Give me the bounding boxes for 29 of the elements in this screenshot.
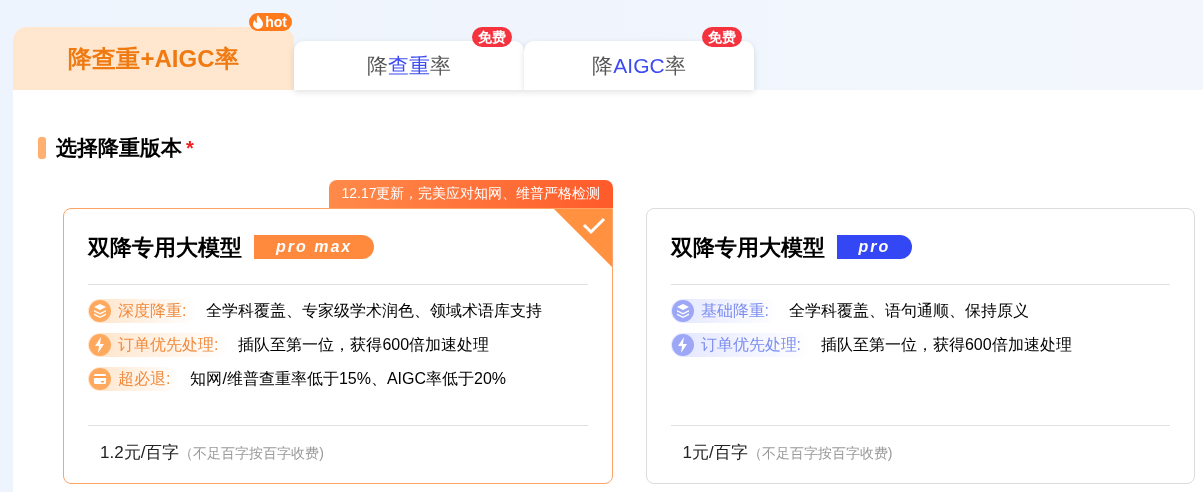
- hot-badge: hot: [249, 13, 292, 31]
- feature-text: 知网/维普查重率低于15%、AIGC率低于20%: [190, 368, 507, 389]
- feature-text: 插队至第一位，获得600倍加速处理: [820, 334, 1072, 355]
- price: 1元/百字: [682, 441, 748, 464]
- feature-text: 全学科覆盖、专家级学术润色、领域术语库支持: [206, 300, 543, 321]
- layers-icon: [88, 298, 112, 323]
- wallet-icon: [88, 366, 112, 391]
- plan-card[interactable]: 双降专用大模型 pro 基础降重: 全学科覆盖、语句通顺、保持原义 订单优先处理: 插队至第一位，获得600倍加速处理 1元/百字（不足百字按百字收费): [645, 207, 1195, 484]
- lightning-icon: [670, 332, 695, 357]
- accent-bar: [38, 136, 46, 159]
- plan-card[interactable]: 双降专用大模型 pro max 深度降重: 全学科覆盖、专家级学术润色、领域术语库支持 订单优先处理: 插队至第一位，获得600倍加速处理 超必退: 知网/维普查重率低于15%、AIGC率低于20% 1.2元/百字（不足百字按百字收费): [63, 207, 613, 484]
- tier-badge: pro: [836, 235, 913, 259]
- update-banner: 12.17更新，完美应对知网、维普严格检测: [329, 179, 613, 208]
- required-mark: *: [186, 135, 194, 161]
- checkmark-icon: [553, 208, 612, 267]
- feature-text: 插队至第一位，获得600倍加速处理: [238, 334, 490, 355]
- feature-text: 全学科覆盖、语句通顺、保持原义: [788, 300, 1029, 321]
- flame-icon: [252, 15, 265, 29]
- section-title: 选择降重版本: [56, 135, 182, 161]
- tier-badge: pro max: [254, 235, 375, 259]
- free-badge: 免费: [472, 27, 512, 47]
- layers-icon: [670, 298, 695, 323]
- price-note: （不足百字按百字收费): [747, 444, 893, 463]
- free-badge: 免费: [702, 27, 742, 47]
- lightning-icon: [88, 332, 112, 357]
- price-note: （不足百字按百字收费): [179, 443, 325, 463]
- plan-title: 双降专用大模型: [670, 233, 825, 262]
- plan-title: 双降专用大模型: [88, 233, 242, 262]
- price: 1.2元/百字: [100, 441, 180, 464]
